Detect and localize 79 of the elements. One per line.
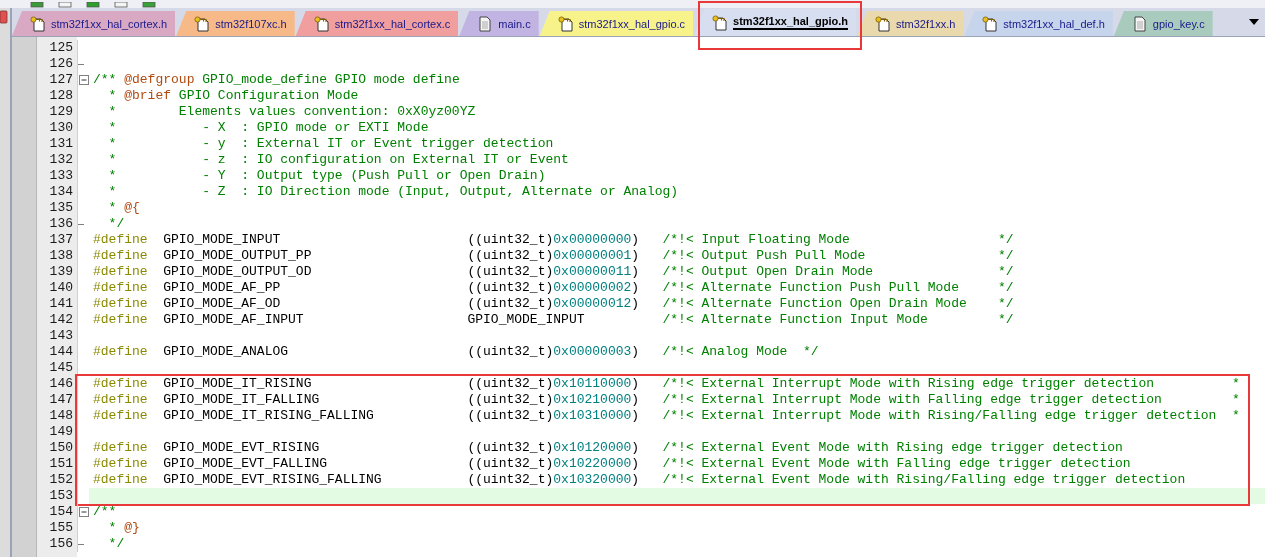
line-number: 136 bbox=[48, 216, 74, 232]
line-number: 154 bbox=[48, 504, 74, 520]
line-number: 126 bbox=[48, 56, 74, 72]
code-line: #define GPIO_MODE_AF_INPUT GPIO_MODE_INPUT /*!< Alternate Function Input Mode */ bbox=[92, 312, 1015, 328]
line-number: 146 bbox=[48, 376, 74, 392]
code-line: * - z : IO configuration on External IT or Event bbox=[107, 152, 570, 168]
line-number: 134 bbox=[48, 184, 74, 200]
line-number: 125 bbox=[48, 40, 74, 56]
key-file-icon bbox=[30, 15, 46, 32]
file-tab[interactable]: stm32f1xx_hal_gpio.h bbox=[694, 9, 857, 36]
code-line: /** @defgroup GPIO_mode_define GPIO mode define bbox=[92, 72, 461, 88]
line-number: 152 bbox=[48, 472, 74, 488]
line-number: 156 bbox=[48, 536, 74, 552]
code-line: * @{ bbox=[107, 200, 141, 216]
collapse-icon[interactable] bbox=[79, 507, 89, 517]
code-line: #define GPIO_MODE_ANALOG ((uint32_t)0x00000003) /*!< Analog Mode */ bbox=[92, 344, 820, 360]
line-number: 142 bbox=[48, 312, 74, 328]
line-number: 147 bbox=[48, 392, 74, 408]
line-number: 127 bbox=[48, 72, 74, 88]
code-line: #define GPIO_MODE_INPUT ((uint32_t)0x00000000) /*!< Input Floating Mode */ bbox=[92, 232, 1015, 248]
code-line: */ bbox=[107, 536, 126, 552]
file-tab[interactable]: stm32f1xx_hal_cortex.c bbox=[295, 11, 459, 36]
line-number: 153 bbox=[48, 488, 74, 504]
line-number: 133 bbox=[48, 168, 74, 184]
code-line: #define GPIO_MODE_OUTPUT_PP ((uint32_t)0x00000001) /*!< Output Push Pull Mode */ bbox=[92, 248, 1015, 264]
key-file-icon bbox=[557, 15, 574, 32]
line-number: 132 bbox=[48, 152, 74, 168]
line-number: 151 bbox=[48, 456, 74, 472]
file-tab[interactable]: stm32f107xc.h bbox=[176, 11, 295, 36]
line-number: 148 bbox=[48, 408, 74, 424]
file-tab[interactable]: stm32f1xx_hal_gpio.c bbox=[539, 11, 694, 36]
code-line: #define GPIO_MODE_EVT_RISING_FALLING ((uint32_t)0x10320000) /*!< External Event Mode with Rising/Falling edge trigger detection bbox=[92, 472, 1187, 488]
line-number: 155 bbox=[48, 520, 74, 536]
line-number: 141 bbox=[48, 296, 74, 312]
line-number: 137 bbox=[48, 232, 74, 248]
line-number: 130 bbox=[48, 120, 74, 136]
code-line: #define GPIO_MODE_EVT_FALLING ((uint32_t)0x10220000) /*!< External Event Mode with Falling edge trigger detection bbox=[92, 456, 1132, 472]
line-number: 139 bbox=[48, 264, 74, 280]
code-line: /** bbox=[92, 504, 118, 520]
code-line: * - y : External IT or Event trigger detection bbox=[107, 136, 555, 152]
line-number: 128 bbox=[48, 88, 74, 104]
code-line: * @} bbox=[107, 520, 141, 536]
file-tab[interactable]: main.c bbox=[459, 11, 539, 36]
code-line: * @brief GPIO Configuration Mode bbox=[107, 88, 360, 104]
file-tab[interactable]: stm32f1xx_hal_cortex.h bbox=[12, 11, 176, 36]
key-file-icon bbox=[313, 15, 330, 32]
code-line: * - Y : Output type (Push Pull or Open Drain) bbox=[107, 168, 547, 184]
key-file-icon bbox=[194, 15, 211, 32]
code-line: #define GPIO_MODE_IT_RISING ((uint32_t)0x10110000) /*!< External Interrupt Mode with Rising edge trigger detection * bbox=[92, 376, 1241, 392]
code-line: #define GPIO_MODE_AF_OD ((uint32_t)0x00000012) /*!< Alternate Function Open Drain Mode */ bbox=[92, 296, 1015, 312]
code-line: */ bbox=[107, 216, 126, 232]
key-file-icon bbox=[712, 14, 729, 31]
line-number: 144 bbox=[48, 344, 74, 360]
code-line: #define GPIO_MODE_IT_RISING_FALLING ((uint32_t)0x10310000) /*!< External Interrupt Mode with Rising/Falling edge trigger detection * bbox=[92, 408, 1241, 424]
file-icon bbox=[1131, 15, 1148, 32]
key-file-icon bbox=[982, 15, 999, 32]
code-line: * - X : GPIO mode or EXTI Mode bbox=[107, 120, 430, 136]
code-line: #define GPIO_MODE_AF_PP ((uint32_t)0x00000002) /*!< Alternate Function Push Pull Mode */ bbox=[92, 280, 1015, 296]
line-number: 135 bbox=[48, 200, 74, 216]
line-number: 143 bbox=[48, 328, 74, 344]
line-number: 131 bbox=[48, 136, 74, 152]
code-line: * - Z : IO Direction mode (Input, Output, Alternate or Analog) bbox=[107, 184, 680, 200]
line-number: 149 bbox=[48, 424, 74, 440]
code-line: * Elements values convention: 0xX0yz00YZ bbox=[107, 104, 477, 120]
code-line: #define GPIO_MODE_EVT_RISING ((uint32_t)0x10120000) /*!< External Event Mode with Rising edge trigger detection bbox=[92, 440, 1124, 456]
file-tab[interactable]: gpio_key.c bbox=[1113, 11, 1213, 36]
line-number: 145 bbox=[48, 360, 74, 376]
code-line: #define GPIO_MODE_OUTPUT_OD ((uint32_t)0x00000011) /*!< Output Open Drain Mode */ bbox=[92, 264, 1015, 280]
line-number: 140 bbox=[48, 280, 74, 296]
code-line: #define GPIO_MODE_IT_FALLING ((uint32_t)0x10210000) /*!< External Interrupt Mode with Falling edge trigger detection * bbox=[92, 392, 1241, 408]
file-icon bbox=[477, 15, 494, 32]
collapse-icon[interactable] bbox=[79, 75, 89, 85]
key-file-icon bbox=[875, 15, 892, 32]
dropdown-icon[interactable] bbox=[1249, 18, 1259, 26]
file-tab[interactable]: stm32f1xx.h bbox=[857, 11, 964, 36]
line-number: 129 bbox=[48, 104, 74, 120]
line-number: 150 bbox=[48, 440, 74, 456]
line-number: 138 bbox=[48, 248, 74, 264]
file-tab[interactable]: stm32f1xx_hal_def.h bbox=[964, 11, 1113, 36]
